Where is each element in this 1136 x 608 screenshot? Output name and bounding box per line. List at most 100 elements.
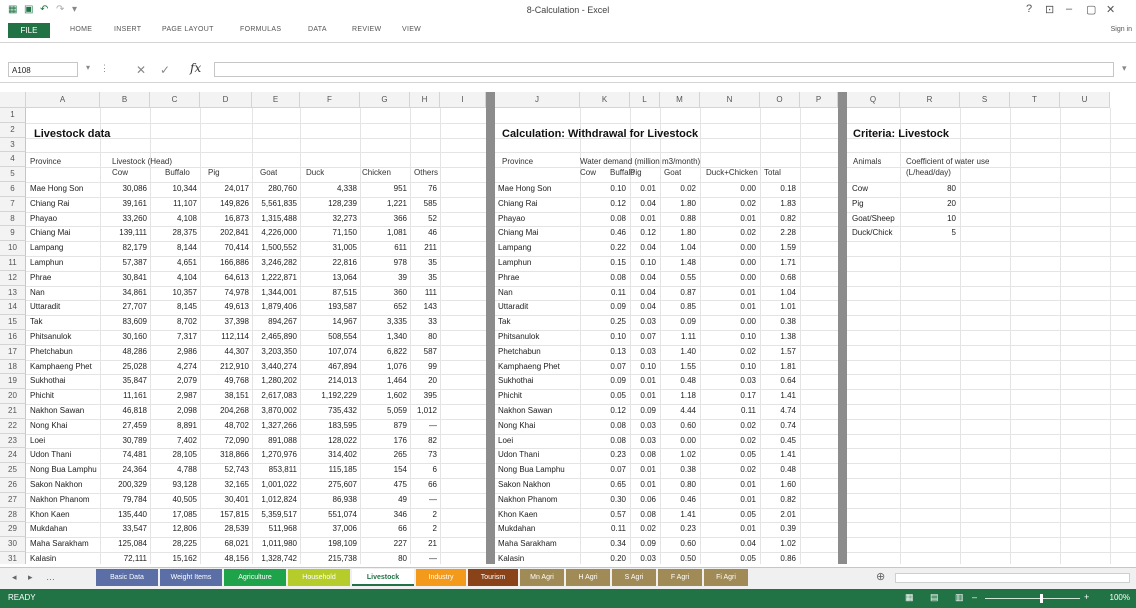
livestock-count[interactable]: 48,702 (200, 421, 249, 430)
water-demand-value[interactable]: 0.11 (700, 406, 756, 415)
livestock-count[interactable]: 87,515 (300, 288, 357, 297)
column-header-k[interactable]: K (580, 92, 630, 108)
livestock-count[interactable]: 2 (410, 524, 437, 533)
water-demand-value[interactable]: 0.08 (630, 510, 656, 519)
water-demand-value[interactable]: 0.80 (660, 480, 696, 489)
calc-province-name[interactable]: Lampang (498, 243, 576, 252)
help-icon[interactable]: ? (1026, 3, 1032, 15)
water-demand-value[interactable]: 0.01 (630, 480, 656, 489)
livestock-count[interactable]: 11,107 (150, 199, 197, 208)
livestock-count[interactable]: 66 (410, 480, 437, 489)
livestock-count[interactable]: 74,481 (100, 450, 147, 459)
province-name[interactable]: Phitsanulok (30, 332, 98, 341)
water-demand-value[interactable]: 0.01 (630, 214, 656, 223)
livestock-count[interactable]: 6,822 (360, 347, 407, 356)
livestock-count[interactable]: 30,401 (200, 495, 249, 504)
livestock-count[interactable]: 1,340 (360, 332, 407, 341)
livestock-count[interactable]: 2,986 (150, 347, 197, 356)
province-name[interactable]: Phrae (30, 273, 98, 282)
calc-province-name[interactable]: Kalasin (498, 554, 576, 563)
row-header[interactable]: 27 (0, 492, 26, 508)
province-name[interactable]: Tak (30, 317, 98, 326)
column-header-e[interactable]: E (252, 92, 300, 108)
province-name[interactable]: Loei (30, 436, 98, 445)
water-demand-value[interactable]: 2.01 (760, 510, 796, 519)
water-demand-value[interactable]: 0.09 (580, 302, 626, 311)
water-demand-value[interactable]: 1.71 (760, 258, 796, 267)
livestock-count[interactable]: 157,815 (200, 510, 249, 519)
livestock-count[interactable]: 39 (360, 273, 407, 282)
water-demand-value[interactable]: 0.05 (700, 450, 756, 459)
province-name[interactable]: Mae Hong Son (30, 184, 98, 193)
water-demand-value[interactable]: 0.30 (580, 495, 626, 504)
livestock-count[interactable]: 48,156 (200, 554, 249, 563)
water-demand-value[interactable]: 0.88 (660, 214, 696, 223)
water-demand-value[interactable]: 0.10 (630, 258, 656, 267)
water-demand-value[interactable]: 0.04 (630, 243, 656, 252)
province-name[interactable]: Nakhon Phanom (30, 495, 98, 504)
cancel-icon[interactable]: ✕ (136, 63, 146, 77)
row-header[interactable]: 25 (0, 463, 26, 478)
water-demand-value[interactable]: 1.48 (660, 258, 696, 267)
calc-province-name[interactable]: Mukdahan (498, 524, 576, 533)
livestock-count[interactable]: 227 (360, 539, 407, 548)
water-demand-value[interactable]: 0.12 (580, 406, 626, 415)
water-demand-value[interactable]: 0.01 (700, 214, 756, 223)
sheet-tab[interactable]: Weight Items (160, 569, 222, 586)
water-demand-value[interactable]: 1.02 (760, 539, 796, 548)
column-header-d[interactable]: D (200, 92, 252, 108)
water-demand-value[interactable]: 0.01 (630, 376, 656, 385)
livestock-count[interactable]: 30,841 (100, 273, 147, 282)
row-header[interactable]: 18 (0, 359, 26, 375)
tab-formulas[interactable]: FORMULAS (240, 26, 281, 33)
livestock-count[interactable]: 8,702 (150, 317, 197, 326)
livestock-count[interactable]: 32,165 (200, 480, 249, 489)
livestock-count[interactable]: 978 (360, 258, 407, 267)
water-demand-value[interactable]: 0.08 (630, 450, 656, 459)
livestock-count[interactable]: 5,561,835 (252, 199, 297, 208)
livestock-count[interactable]: 1,012,824 (252, 495, 297, 504)
sheet-tab[interactable]: Household (288, 569, 350, 586)
water-demand-value[interactable]: 0.12 (630, 228, 656, 237)
water-demand-value[interactable]: 0.01 (630, 391, 656, 400)
livestock-count[interactable]: 27,459 (100, 421, 147, 430)
column-header-m[interactable]: M (660, 92, 700, 108)
water-demand-value[interactable]: 1.41 (760, 450, 796, 459)
livestock-count[interactable]: 475 (360, 480, 407, 489)
water-demand-value[interactable]: 0.65 (580, 480, 626, 489)
zoom-level[interactable]: 100% (1110, 593, 1130, 602)
livestock-count[interactable]: 35,847 (100, 376, 147, 385)
water-demand-value[interactable]: 0.04 (700, 539, 756, 548)
livestock-count[interactable]: 40,505 (150, 495, 197, 504)
column-header-c[interactable]: C (150, 92, 200, 108)
criteria-animal[interactable]: Pig (852, 199, 902, 208)
column-header-i[interactable]: I (440, 92, 486, 108)
province-name[interactable]: Lampang (30, 243, 98, 252)
column-header-n[interactable]: N (700, 92, 760, 108)
livestock-count[interactable]: 32,273 (300, 214, 357, 223)
livestock-count[interactable]: 508,554 (300, 332, 357, 341)
sheet-tab[interactable]: S Agri (612, 569, 656, 586)
livestock-count[interactable]: 24,017 (200, 184, 249, 193)
calc-province-name[interactable]: Kamphaeng Phet (498, 362, 576, 371)
water-demand-value[interactable]: 0.04 (630, 288, 656, 297)
water-demand-value[interactable]: 1.80 (660, 199, 696, 208)
water-demand-value[interactable]: 0.08 (580, 214, 626, 223)
water-demand-value[interactable]: 1.02 (660, 450, 696, 459)
water-demand-value[interactable]: 0.00 (660, 436, 696, 445)
province-name[interactable]: Chiang Rai (30, 199, 98, 208)
livestock-count[interactable]: 128,022 (300, 436, 357, 445)
livestock-count[interactable]: 71,150 (300, 228, 357, 237)
province-name[interactable]: Khon Kaen (30, 510, 98, 519)
water-demand-value[interactable]: 0.85 (660, 302, 696, 311)
sign-in-link[interactable]: Sign in (1111, 26, 1132, 33)
row-header[interactable]: 30 (0, 537, 26, 552)
livestock-count[interactable]: 4,226,000 (252, 228, 297, 237)
livestock-count[interactable]: 395 (410, 391, 437, 400)
formula-input[interactable] (214, 62, 1114, 77)
livestock-count[interactable]: 511,968 (252, 524, 297, 533)
column-header-a[interactable]: A (26, 92, 100, 108)
water-demand-value[interactable]: 1.41 (760, 391, 796, 400)
livestock-count[interactable]: 211 (410, 243, 437, 252)
water-demand-value[interactable]: 0.60 (660, 421, 696, 430)
